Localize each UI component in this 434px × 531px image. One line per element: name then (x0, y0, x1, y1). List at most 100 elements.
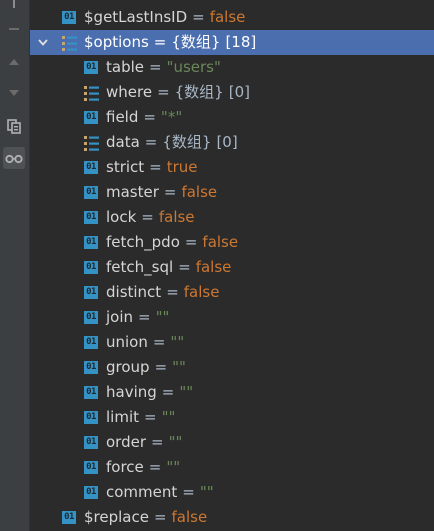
tree-row[interactable]: 01 union = "" (30, 330, 434, 355)
variable-value: {数组} (162, 133, 212, 151)
variable-name: $replace (84, 508, 149, 526)
variable-name: group (106, 358, 150, 376)
variable-name: master (106, 183, 159, 201)
variable-value: false (183, 283, 220, 301)
variable-name: limit (106, 408, 139, 426)
tree-row[interactable]: 01 $getLastInsID = false (30, 5, 434, 30)
copy-icon[interactable] (3, 115, 25, 137)
variable-name: fetch_pdo (106, 233, 180, 251)
primitive-value-icon: 01 (84, 386, 98, 399)
tree-row[interactable]: 01 fetch_pdo = false (30, 230, 434, 255)
tree-row[interactable]: 01 field = "*" (30, 105, 434, 130)
variable-value: false (202, 233, 239, 251)
primitive-value-icon: 01 (84, 111, 98, 124)
primitive-value-icon: 01 (84, 461, 98, 474)
glasses-icon[interactable] (3, 147, 25, 169)
tree-row[interactable]: 01 force = "" (30, 455, 434, 480)
variable-value: "" (172, 358, 186, 376)
variable-value: "" (166, 458, 181, 476)
equals-sign: = (166, 283, 179, 301)
variable-value: false (195, 258, 232, 276)
primitive-value-icon: 01 (84, 61, 98, 74)
variable-name: lock (106, 208, 137, 226)
variable-value: false (181, 183, 218, 201)
tree-row[interactable]: 01 limit = "" (30, 405, 434, 430)
primitive-value-icon: 01 (84, 236, 98, 249)
tree-row[interactable]: 01 distinct = false (30, 280, 434, 305)
tree-row[interactable]: 01 comment = "" (30, 480, 434, 505)
equals-sign: = (157, 83, 170, 101)
expand-toggle-icon[interactable] (36, 30, 50, 55)
variable-name: data (106, 133, 140, 151)
array-list-icon (62, 36, 77, 51)
equals-sign: = (148, 58, 162, 76)
up-arrow-icon[interactable] (3, 51, 25, 73)
primitive-value-icon: 01 (84, 336, 98, 349)
variable-name: order (106, 433, 146, 451)
array-list-icon (84, 86, 99, 101)
equals-sign: = (184, 233, 198, 251)
equals-sign: = (153, 33, 167, 51)
variable-name: distinct (106, 283, 162, 301)
equals-sign: = (153, 508, 167, 526)
tree-row[interactable]: 01 lock = false (30, 205, 434, 230)
variable-value: "" (170, 333, 185, 351)
tree-row[interactable]: 01 order = "" (30, 430, 434, 455)
tree-row[interactable]: 01 master = false (30, 180, 434, 205)
variable-value: false (158, 208, 195, 226)
tree-row[interactable]: 01 $replace = false (30, 505, 434, 530)
tree-row[interactable]: 01 join = "" (30, 305, 434, 330)
variable-value: "" (155, 308, 170, 326)
tree-row[interactable]: $options = {数组} [18] (30, 30, 434, 55)
tree-row[interactable]: 01 strict = true (30, 155, 434, 180)
variable-name: join (106, 308, 134, 326)
variable-name: $getLastInsID (84, 8, 188, 26)
variable-value: false (171, 508, 208, 526)
variable-name: force (106, 458, 144, 476)
equals-sign: = (182, 483, 195, 501)
equals-sign: = (138, 308, 151, 326)
variable-value: "" (179, 383, 194, 401)
variable-value: "" (161, 408, 176, 426)
equals-sign: = (143, 108, 156, 126)
equals-sign: = (150, 433, 164, 451)
variable-name: strict (106, 158, 145, 176)
primitive-value-icon: 01 (62, 11, 76, 24)
equals-sign: = (148, 458, 162, 476)
equals-sign: = (149, 158, 162, 176)
primitive-value-icon: 01 (84, 186, 98, 199)
variable-value: {数组} (171, 33, 221, 51)
primitive-value-icon: 01 (84, 261, 98, 274)
equals-sign: = (192, 8, 205, 26)
settings-icon[interactable] (3, 0, 25, 16)
primitive-value-icon: 01 (84, 211, 98, 224)
array-list-icon (84, 136, 99, 151)
variable-value: "" (168, 433, 183, 451)
equals-sign: = (161, 383, 175, 401)
primitive-value-icon: 01 (62, 511, 76, 524)
tree-row[interactable]: where = {数组} [0] (30, 80, 434, 105)
variable-value: true (166, 158, 198, 176)
variable-name: table (106, 58, 144, 76)
variable-value: {数组} (174, 83, 224, 101)
variable-value: "" (199, 483, 214, 501)
element-count: [18] (225, 33, 257, 51)
variable-name: $options (84, 33, 149, 51)
variables-tree: 01 $getLastInsID = false $options = {数组} [18] 01… (30, 0, 434, 531)
tree-row[interactable]: data = {数组} [0] (30, 130, 434, 155)
variable-value: false (209, 8, 246, 26)
variable-name: where (106, 83, 153, 101)
variable-name: field (106, 108, 139, 126)
primitive-value-icon: 01 (84, 411, 98, 424)
tree-row[interactable]: 01 fetch_sql = false (30, 255, 434, 280)
equals-sign: = (144, 133, 158, 151)
variable-value: "users" (166, 58, 221, 76)
primitive-value-icon: 01 (84, 486, 98, 499)
tree-row[interactable]: 01 having = "" (30, 380, 434, 405)
variable-name: fetch_sql (106, 258, 174, 276)
variable-name: having (106, 383, 157, 401)
collapse-icon[interactable] (3, 18, 25, 40)
down-arrow-icon[interactable] (3, 82, 25, 104)
tree-row[interactable]: 01 table = "users" (30, 55, 434, 80)
tree-row[interactable]: 01 group = "" (30, 355, 434, 380)
